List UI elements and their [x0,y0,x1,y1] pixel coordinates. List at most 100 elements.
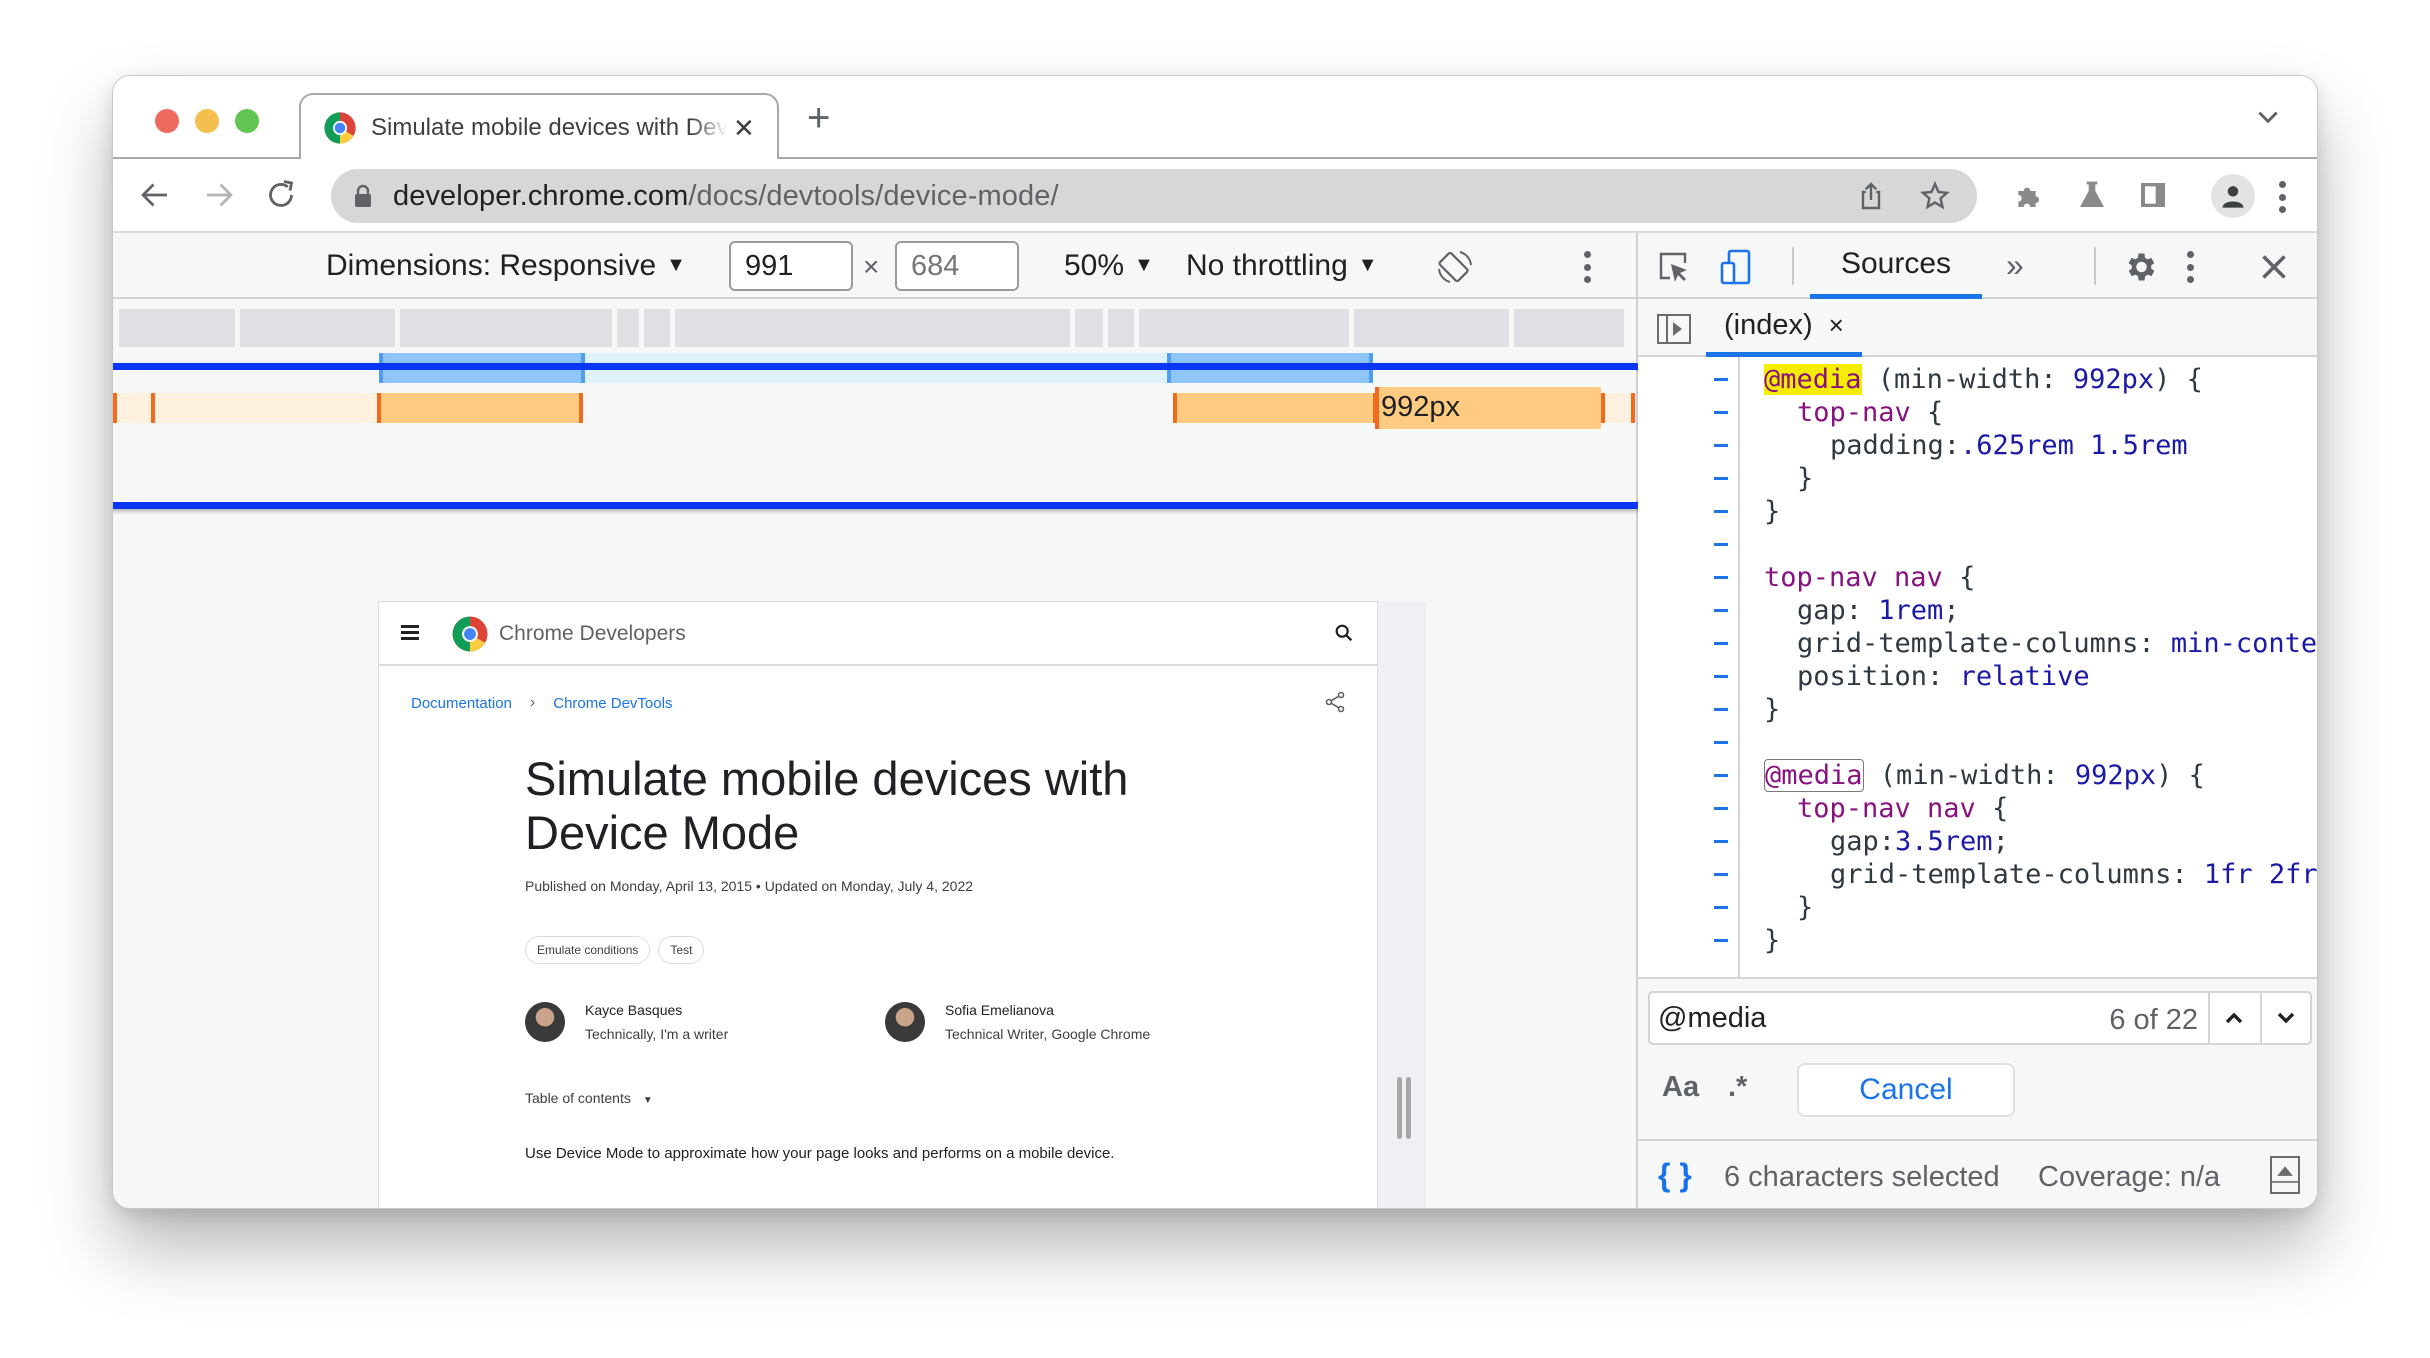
authors: Kayce Basques Technically, I'm a writer S… [525,1002,1245,1042]
minimize-window-button[interactable] [195,109,219,133]
close-window-button[interactable] [155,109,179,133]
throttling-dropdown[interactable]: No throttling ▼ [1186,249,1378,283]
author-card[interactable]: Kayce Basques Technically, I'm a writer [525,1002,885,1042]
back-icon[interactable] [137,177,173,213]
device-toolbar-toggle-icon[interactable] [1718,249,1754,285]
search-input[interactable] [1658,993,2058,1043]
cancel-search-button[interactable]: Cancel [1797,1063,2015,1117]
site-name[interactable]: Chrome Developers [499,622,686,646]
browser-tab[interactable]: Simulate mobile devices with Device Mode… [299,93,779,161]
article-title: Simulate mobile devices with Device Mode [525,752,1129,859]
caret-down-icon: ▼ [1134,254,1154,276]
previous-match-button[interactable] [2208,993,2258,1043]
dimensions-label: Dimensions: Responsive [326,249,657,282]
code-token: 3.5rem [1895,826,1993,857]
forward-icon[interactable] [201,177,237,213]
ruler-segment [240,309,395,347]
max-width-query-bar-left[interactable] [379,353,585,383]
author-card[interactable]: Sofia Emelianova Technical Writer, Google… [885,1002,1245,1042]
coverage-marker [1714,840,1728,843]
new-tab-button[interactable]: + [807,96,830,141]
chip-emulate-conditions[interactable]: Emulate conditions [525,936,651,964]
maximize-window-button[interactable] [235,109,259,133]
code-editor[interactable]: @media (min-width: 992px) {top-nav {padd… [1638,357,2317,977]
dimensions-dropdown[interactable]: Dimensions: Responsive ▼ [326,249,686,283]
close-icon[interactable] [2256,249,2292,285]
devtools-toolbar: Sources » [1638,233,2317,299]
resize-handle[interactable] [1397,1077,1411,1139]
breakpoint-marker [151,393,155,423]
max-width-query-bar-right[interactable] [1167,353,1373,383]
close-tab-icon[interactable]: ✕ [733,113,755,144]
toc-label: Table of contents [525,1090,631,1106]
breadcrumb-chrome-devtools[interactable]: Chrome DevTools [553,695,672,712]
share-icon[interactable] [1323,690,1347,714]
url-host: developer.chrome.com [393,179,689,212]
device-toolbar-more-button[interactable] [1582,251,1592,283]
search-match: @media [1764,759,1864,792]
regex-toggle[interactable]: .* [1728,1071,1747,1104]
status-bar: { } 6 characters selected Coverage: n/a [1638,1139,2317,1208]
paragraph: Device Mode is the name for the loose co… [525,1202,1245,1208]
bookmark-star-icon[interactable] [1919,180,1951,212]
zoom-dropdown[interactable]: 50% ▼ [1064,249,1154,283]
inspect-element-icon[interactable] [1656,249,1692,285]
side-panel-icon[interactable] [2137,179,2169,211]
code-token: } [1764,694,1781,725]
min-width-query-bar-left[interactable] [377,393,583,423]
table-of-contents-toggle[interactable]: Table of contents ▼ [525,1090,1245,1106]
code-token: } [1797,892,1814,923]
devtools-panel: Sources » (index) × @media (min-width: 9… [1638,233,2317,1208]
share-icon[interactable] [1855,180,1887,212]
min-width-query-bar-right[interactable] [1173,393,1377,423]
file-tab-index[interactable]: (index) × [1706,299,1862,357]
pretty-print-icon[interactable]: { } [1658,1157,1692,1194]
min-max-width-query-bar[interactable] [585,353,1167,383]
ruler-segment [644,309,670,347]
reload-icon[interactable] [263,177,299,213]
devtools-menu-button[interactable] [2185,251,2195,283]
code-line: } [1764,924,1780,957]
coverage-marker [1714,378,1728,381]
code-line: gap:3.5rem; [1830,825,2009,858]
hamburger-menu-icon[interactable] [401,625,419,640]
close-file-tab-icon[interactable]: × [1829,310,1844,341]
code-token: .625rem 1.5rem [1960,430,2188,461]
code-token: padding: [1830,430,1961,461]
coverage-marker [1714,477,1728,480]
next-match-button[interactable] [2260,993,2310,1043]
code-token: 992px [2074,760,2157,791]
chrome-menu-button[interactable] [2277,181,2287,213]
labs-flask-icon[interactable] [2076,179,2108,211]
extensions-icon[interactable] [2013,179,2045,211]
media-query-bars: 992px [113,353,1636,463]
selection-status: 6 characters selected [1724,1161,2000,1193]
code-token: position: [1797,661,1960,692]
chevron-down-icon[interactable] [2255,104,2281,130]
more-panels-icon[interactable]: » [2006,247,2024,284]
breadcrumb-documentation[interactable]: Documentation [411,695,512,712]
min-width-query-bar-outer-right[interactable] [1601,393,1635,423]
device-mode-viewport: Dimensions: Responsive ▼ × 50% ▼ No thrott… [113,233,1653,1208]
width-input[interactable] [729,241,853,291]
code-line: top-nav { [1797,396,1943,429]
chip-test[interactable]: Test [658,936,705,964]
search-icon[interactable] [1333,622,1355,644]
gear-icon[interactable] [2122,249,2158,285]
rotate-icon[interactable] [1435,247,1475,287]
code-line: padding:.625rem 1.5rem [1830,429,2188,462]
tab-sources[interactable]: Sources [1810,233,1982,299]
coverage-marker [1714,510,1728,513]
profile-avatar[interactable] [2211,174,2255,218]
search-match-current: @media [1764,364,1862,395]
coverage-marker [1714,444,1728,447]
line-gutter [1638,357,1740,977]
coverage-marker [1714,411,1728,414]
author-avatar [525,1002,565,1042]
address-bar[interactable]: developer.chrome.com/docs/devtools/devic… [331,169,1977,223]
toggle-drawer-icon[interactable] [2270,1156,2300,1194]
navigator-toggle-icon[interactable] [1656,313,1692,345]
match-case-toggle[interactable]: Aa [1662,1071,1699,1104]
height-input[interactable] [895,241,1019,291]
code-line: @media (min-width: 992px) { [1764,363,2203,396]
